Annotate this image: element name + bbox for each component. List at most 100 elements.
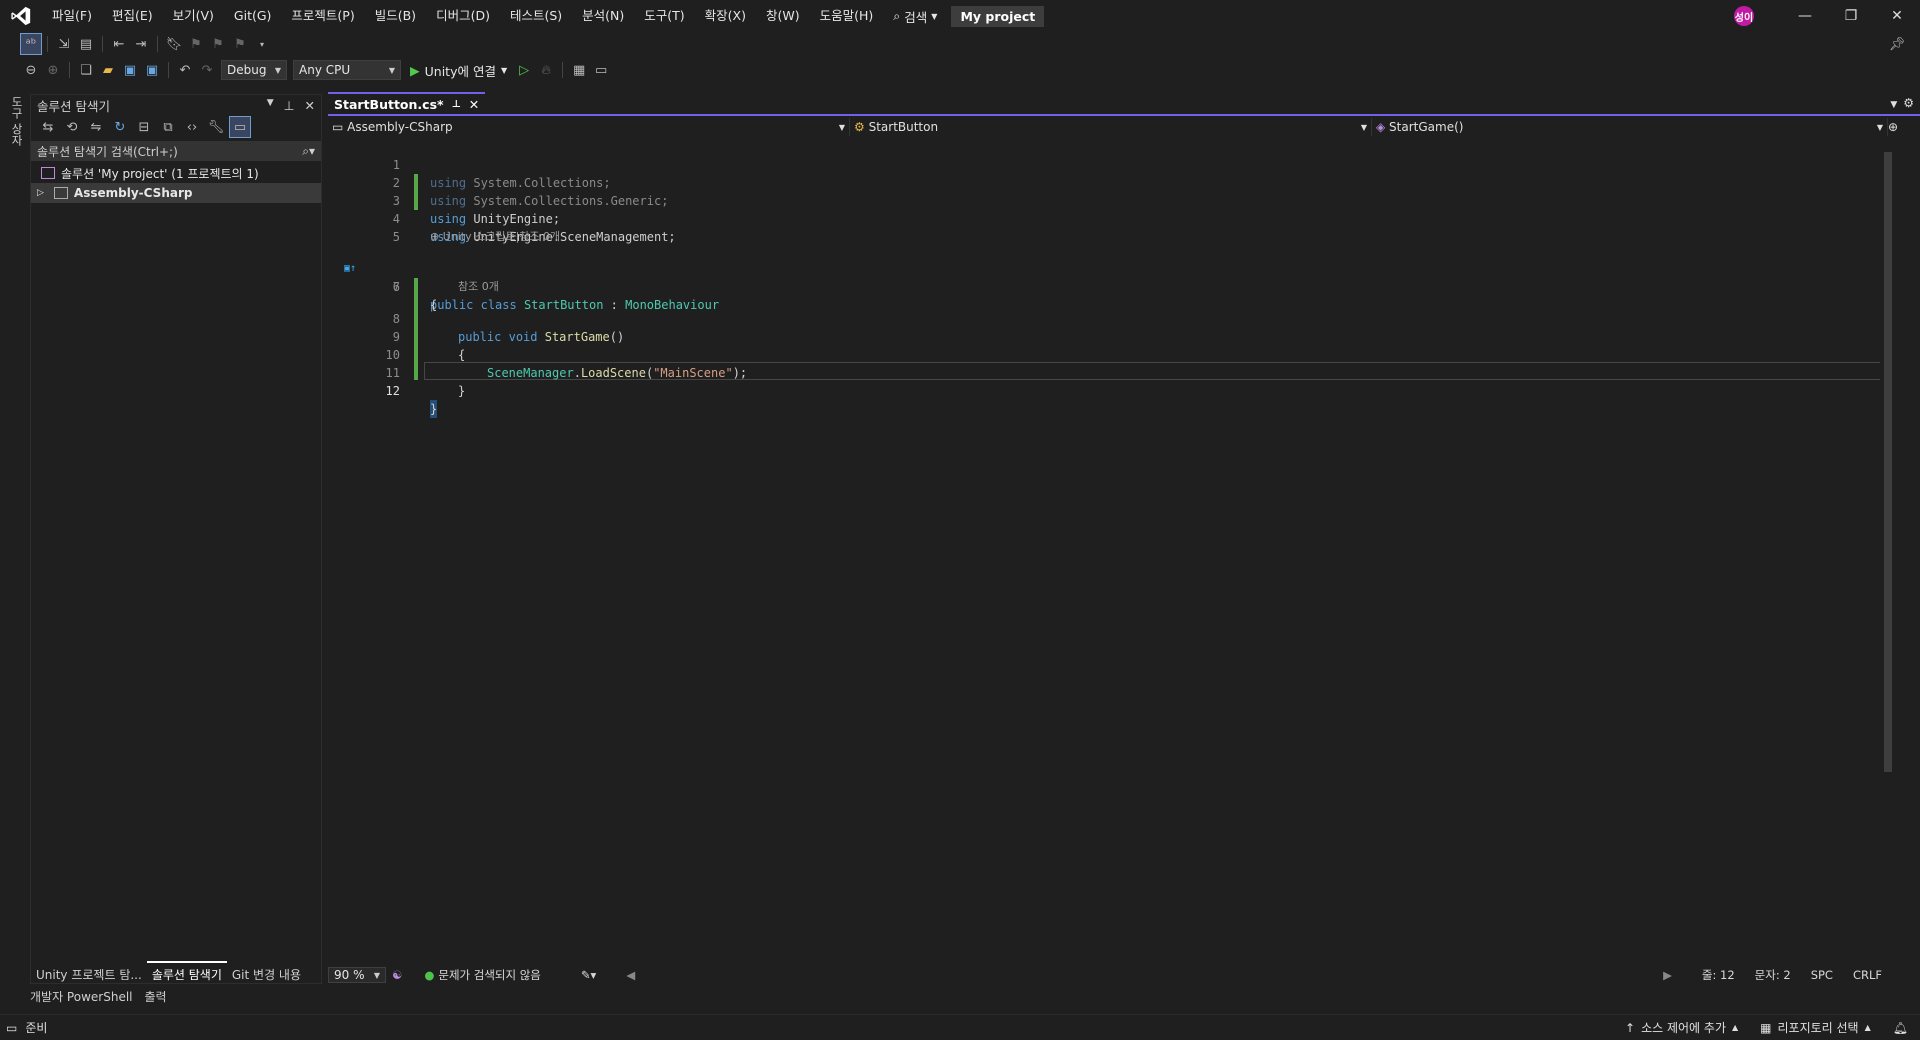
layout-icon[interactable]: ▭ [590, 59, 612, 81]
pin-icon[interactable]: ⊥ [284, 98, 295, 113]
scroll-left-icon[interactable]: ◀ [626, 968, 635, 982]
line-indicator[interactable]: 줄: 12 [1702, 967, 1735, 983]
attach-unity-button[interactable]: ▶ Unity에 연결 ▼ [404, 61, 513, 80]
toolbar-separator [47, 36, 48, 52]
new-item-icon[interactable]: ❏ [75, 59, 97, 81]
tree-item-project[interactable]: ▷ Assembly-CSharp [31, 183, 321, 203]
close-window-button[interactable]: ✕ [1874, 0, 1920, 32]
project-nav-select[interactable]: ▭ Assembly-CSharp ▼ [328, 118, 850, 136]
menu-build[interactable]: 빌드(B) [365, 0, 426, 32]
tab-developer-powershell[interactable]: 개발자 PowerShell [30, 988, 133, 1008]
tab-solution-explorer[interactable]: 솔루션 탐색기 [146, 961, 227, 986]
tab-list-icon[interactable]: ▼ [1890, 100, 1903, 114]
solution-folder-icon[interactable]: ▦ [568, 59, 590, 81]
menu-tools[interactable]: 도구(T) [634, 0, 694, 32]
menu-file[interactable]: 파일(F) [42, 0, 102, 32]
menu-extensions[interactable]: 확장(X) [695, 0, 756, 32]
chevron-up-icon: ▲ [1732, 1023, 1739, 1032]
column-indicator[interactable]: 문자: 2 [1755, 967, 1791, 983]
show-all-files-icon[interactable]: ⧉ [157, 116, 179, 138]
add-source-control-button[interactable]: ↑ 소스 제어에 추가 ▲ [1625, 1019, 1738, 1036]
code-line: 12 } [328, 364, 1896, 418]
preview-icon[interactable]: ▭ [229, 116, 251, 138]
pin-window-icon[interactable]: 📌︎ [1886, 33, 1908, 55]
menu-analyze[interactable]: 분석(N) [572, 0, 634, 32]
open-folder-icon[interactable]: ▰ [97, 59, 119, 81]
menu-window[interactable]: 창(W) [756, 0, 810, 32]
step-icon[interactable]: ⇲ [53, 33, 75, 55]
line-ending-indicator[interactable]: CRLF [1853, 968, 1882, 982]
bookmark-next-icon[interactable]: ⚑ [207, 33, 229, 55]
bookmark-prev-icon[interactable]: ⚑ [185, 33, 207, 55]
menu-git[interactable]: Git(G) [224, 0, 282, 32]
menu-help[interactable]: 도움말(H) [810, 0, 884, 32]
chevron-down-icon[interactable]: ▼ [267, 98, 274, 113]
scrollbar-thumb[interactable] [1884, 152, 1892, 772]
code-view-icon[interactable]: ‹› [181, 116, 203, 138]
member-nav-select[interactable]: ◈ StartGame() ▼ [1372, 118, 1888, 136]
minimize-button[interactable]: — [1782, 0, 1828, 32]
output-icon[interactable]: ▭ [6, 1021, 17, 1035]
tab-output[interactable]: 출력 [145, 988, 167, 1008]
menu-edit[interactable]: 편집(E) [102, 0, 163, 32]
close-icon[interactable]: ✕ [305, 98, 315, 113]
bookmark-icon[interactable]: 🔖︎ [163, 33, 185, 55]
collapse-all-icon[interactable]: ⊟ [133, 116, 155, 138]
code-line: 5 [328, 210, 1896, 244]
issues-status[interactable]: 문제가 검색되지 않음 [438, 967, 541, 983]
menu-view[interactable]: 보기(V) [163, 0, 224, 32]
configuration-select[interactable]: Debug ▼ [221, 60, 287, 80]
start-without-debug-icon[interactable]: ▷ [513, 59, 535, 81]
platform-select[interactable]: Any CPU ▼ [293, 60, 401, 80]
forward-icon[interactable]: ⊕ [42, 59, 64, 81]
scroll-right-icon[interactable]: ▶ [1663, 968, 1672, 982]
toolbox-tab[interactable]: 도구 상자 [9, 96, 25, 146]
bookmark-clear-icon[interactable]: ⚑ [229, 33, 251, 55]
vertical-scrollbar[interactable] [1880, 138, 1896, 960]
tree-item-solution[interactable]: 솔루션 'My project' (1 프로젝트의 1) [31, 163, 321, 183]
visual-studio-logo-icon[interactable] [10, 5, 32, 27]
copilot-icon[interactable]: ☯ [392, 968, 402, 982]
save-all-icon[interactable]: ▣ [141, 59, 163, 81]
tab-git-changes[interactable]: Git 변경 내용 [227, 963, 306, 986]
gear-icon[interactable]: ⚙ [1903, 96, 1920, 114]
refresh-icon[interactable]: ↻ [109, 116, 131, 138]
switch-views-icon[interactable]: ⇆ [37, 116, 59, 138]
expand-arrow-icon[interactable]: ▷ [37, 188, 44, 198]
history-icon[interactable]: ⟲ [61, 116, 83, 138]
whitespace-indicator[interactable]: SPC [1811, 968, 1833, 982]
split-icon[interactable]: ⊕ [1888, 118, 1898, 136]
undo-icon[interactable]: ↶ [174, 59, 196, 81]
sync-icon[interactable]: ⇋ [85, 116, 107, 138]
outdent-icon[interactable]: ⇤ [108, 33, 130, 55]
toolbar-overflow-icon[interactable]: ▾ [251, 33, 273, 55]
save-icon[interactable]: ▣ [119, 59, 141, 81]
project-label: Assembly-CSharp [73, 186, 193, 200]
zoom-select[interactable]: 90 % ▼ [328, 967, 386, 983]
code-cleanup-icon[interactable]: ✎▾ [581, 968, 596, 982]
select-repository-button[interactable]: ▦ 리포지토리 선택 ▲ [1760, 1019, 1871, 1036]
notification-bell-icon[interactable]: 🔔︎ [1893, 1021, 1908, 1035]
code-editor[interactable]: 1 using System.Collections; 2 using Syst… [328, 138, 1896, 960]
member-nav-value: ◈ StartGame() [1376, 120, 1463, 134]
solution-explorer-search[interactable]: 솔루션 탐색기 검색(Ctrl+;) ⌕▾ [31, 141, 321, 161]
close-icon[interactable]: ✕ [469, 97, 479, 112]
pin-icon[interactable]: ⊥ [452, 99, 461, 110]
hot-reload-icon[interactable]: 🔥︎ [535, 59, 557, 81]
tab-startbutton-cs[interactable]: StartButton.cs* ⊥ ✕ [328, 92, 486, 114]
search-menu-button[interactable]: ⌕ 검색 ▼ [883, 7, 947, 26]
tab-unity-explorer[interactable]: Unity 프로젝트 탐... [31, 963, 147, 986]
back-icon[interactable]: ⊖ [20, 59, 42, 81]
spell-check-icon[interactable]: ᵃᵇ [20, 33, 42, 55]
avatar[interactable]: 성이 [1734, 6, 1754, 26]
menu-project[interactable]: 프로젝트(P) [281, 0, 364, 32]
restore-button[interactable]: ❐ [1828, 0, 1874, 32]
redo-icon[interactable]: ↷ [196, 59, 218, 81]
class-nav-select[interactable]: ⚙ StartButton ▼ [850, 118, 1372, 136]
format-icon[interactable]: ▤ [75, 33, 97, 55]
indent-icon[interactable]: ⇥ [130, 33, 152, 55]
toolbar-separator [562, 62, 564, 78]
properties-icon[interactable]: 🔧︎ [205, 116, 227, 138]
menu-test[interactable]: 테스트(S) [500, 0, 572, 32]
menu-debug[interactable]: 디버그(D) [426, 0, 500, 32]
